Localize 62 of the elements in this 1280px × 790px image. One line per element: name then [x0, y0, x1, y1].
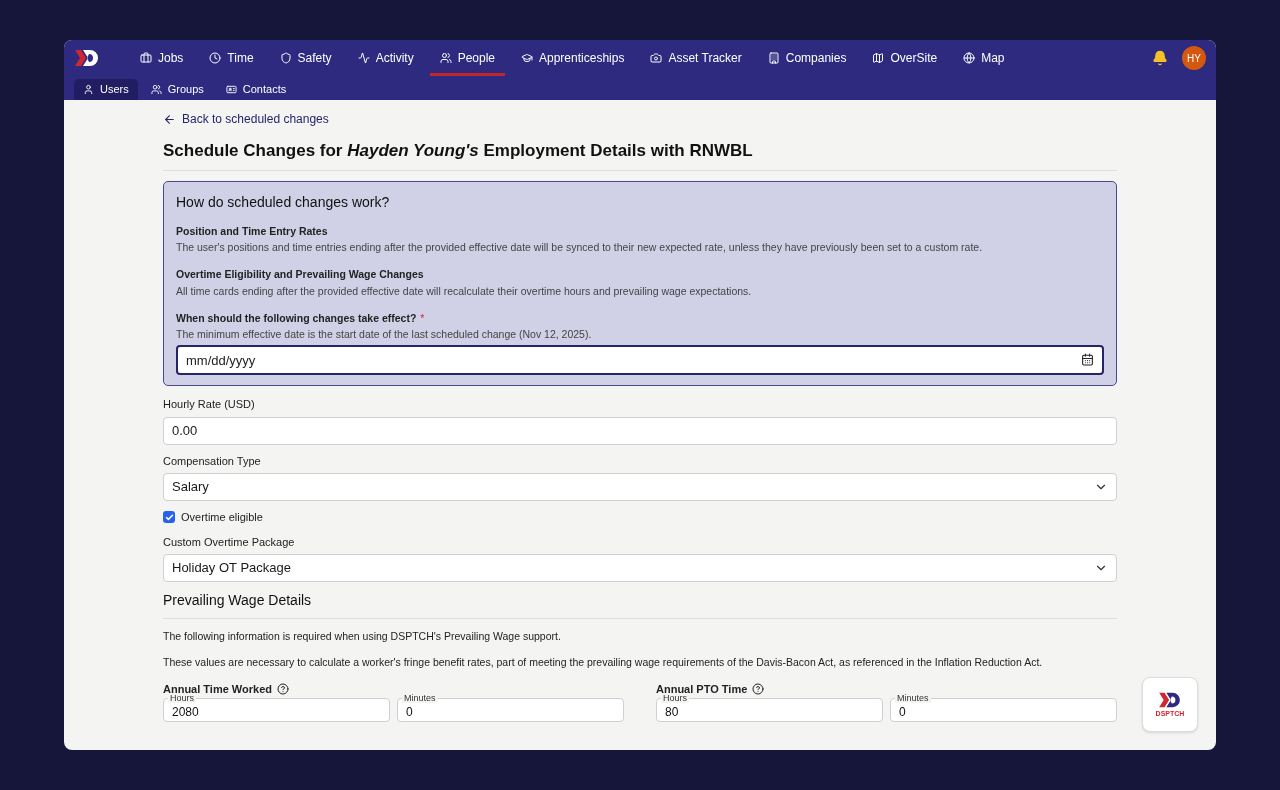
nav-tab[interactable]: Safety [269, 40, 342, 76]
arrow-left-icon [163, 112, 176, 126]
section-title: Position and Time Entry Rates [176, 223, 329, 239]
help-icon[interactable] [752, 682, 765, 695]
date-hint: The minimum effective date is the start date of the last scheduled change (Nov 12, 2025). [176, 327, 593, 343]
input-field[interactable]: 0.00 [163, 416, 1117, 445]
paragraph: The following information is required when using DSPTCH's Prevailing Wage support. [163, 629, 562, 644]
select-field[interactable]: Holiday OT Package [163, 554, 1117, 582]
logo-icon [1157, 691, 1183, 709]
people-icon [439, 52, 452, 64]
group-label: Annual PTO Time [656, 681, 748, 695]
id-card-icon [225, 84, 237, 95]
paragraph: These values are necessary to calculate a worker's fringe benefit rates, part of meeting the prevailing wage requirements of the Davis-Bacon Act, as referenced in the Inflation Reduction Act. [163, 654, 1044, 670]
group-label: Annual Time Worked [163, 681, 272, 695]
section-text: All time cards ending after the provided effective date will recalculate their overtime hours and prevailing wage expectations. [176, 283, 753, 299]
pulse-icon [357, 52, 370, 64]
nav-tab[interactable]: OverSite [862, 40, 948, 76]
section-text: The user's positions and time entries ending after the provided effective date will be synced to their new expected rate, unless they have previously been set to a custom rate. [176, 240, 984, 256]
logo-icon [74, 48, 100, 68]
bell-icon[interactable] [1152, 50, 1168, 66]
nav-tab[interactable]: Apprenticeships [511, 40, 635, 76]
floating-label: Minutes [402, 693, 438, 703]
nav-tab[interactable]: People [429, 40, 505, 76]
graduation-cap-icon [521, 52, 533, 64]
clock-icon [209, 52, 222, 64]
subnav-tab[interactable]: Users [74, 79, 138, 100]
required-mark: * [420, 310, 425, 326]
field-label: Hourly Rate (USD) [163, 397, 256, 412]
user-avatar[interactable]: HY [1182, 46, 1206, 70]
floating-label: Hours [661, 693, 689, 703]
checkbox[interactable] [163, 511, 175, 524]
person-icon [83, 84, 94, 95]
calendar-icon[interactable] [1081, 353, 1094, 366]
nav-tab[interactable]: Activity [347, 40, 424, 76]
nav-tab[interactable]: Jobs [130, 40, 194, 76]
date-label: When should the following changes take effect? [176, 310, 417, 326]
help-icon[interactable] [277, 682, 289, 695]
floating-label: Minutes [895, 693, 931, 703]
checkbox-label: Overtime eligible [181, 510, 263, 525]
map-icon [872, 52, 885, 64]
nav-tab[interactable]: Map [953, 40, 1015, 76]
info-heading: How do scheduled changes work? [176, 192, 391, 212]
globe-icon [963, 52, 976, 64]
field-label: Custom Overtime Package [163, 534, 296, 550]
subnav-tab[interactable]: Contacts [216, 79, 296, 100]
camera-icon [650, 52, 663, 64]
select-field[interactable]: Salary [163, 473, 1117, 501]
building-icon [767, 52, 780, 64]
page-title: Schedule Changes for Hayden Young's Employment Details with RNWBL [163, 138, 1117, 171]
people-icon [150, 84, 162, 95]
section-title: Overtime Eligibility and Prevailing Wage Changes [176, 267, 425, 282]
briefcase-icon [140, 52, 152, 64]
floating-label: Hours [168, 693, 196, 703]
nav-tab[interactable]: Companies [757, 40, 857, 76]
nav-tab[interactable]: Time [199, 40, 264, 76]
back-link[interactable]: Back to scheduled changes [163, 110, 1117, 128]
shield-icon [279, 52, 292, 64]
nav-tab[interactable]: Asset Tracker [640, 40, 752, 76]
subnav-tab[interactable]: Groups [141, 79, 213, 100]
section-heading: Prevailing Wage Details [163, 590, 1117, 619]
field-label: Compensation Type [163, 453, 262, 469]
date-field[interactable]: mm/dd/yyyy [176, 345, 1104, 375]
